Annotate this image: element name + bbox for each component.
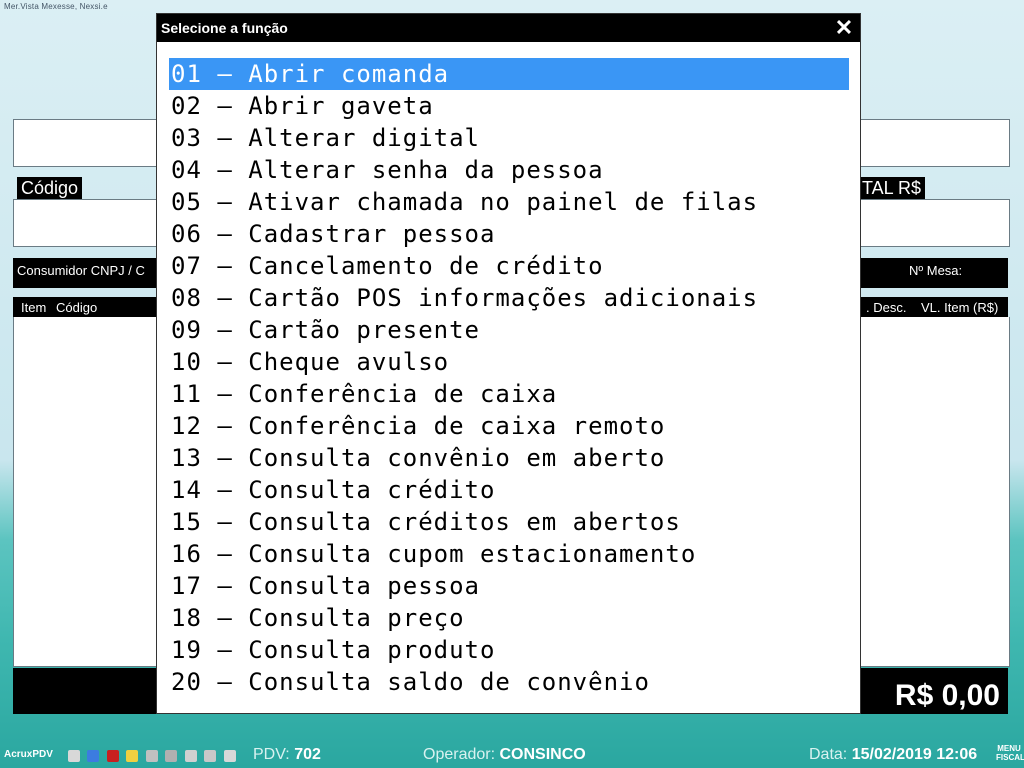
menu-fiscal-button[interactable]: MENU FISCAL bbox=[996, 744, 1024, 762]
tray-icons bbox=[68, 749, 239, 767]
function-item[interactable]: 19 – Consulta produto bbox=[169, 634, 849, 666]
keyboard-icon bbox=[223, 750, 236, 762]
function-item[interactable]: 09 – Cartão presente bbox=[169, 314, 849, 346]
data-label: Data: bbox=[809, 746, 848, 763]
function-item[interactable]: 06 – Cadastrar pessoa bbox=[169, 218, 849, 250]
col-desc: . Desc. bbox=[866, 300, 907, 315]
function-item[interactable]: 18 – Consulta preço bbox=[169, 602, 849, 634]
data-field: Data: 15/02/2019 12:06 bbox=[809, 746, 977, 764]
function-item[interactable]: 12 – Conferência de caixa remoto bbox=[169, 410, 849, 442]
function-item[interactable]: 13 – Consulta convênio em aberto bbox=[169, 442, 849, 474]
function-item[interactable]: 05 – Ativar chamada no painel de filas bbox=[169, 186, 849, 218]
function-item[interactable]: 03 – Alterar digital bbox=[169, 122, 849, 154]
dialog-title-bar: Selecione a função ✕ bbox=[157, 14, 860, 42]
function-item[interactable]: 02 – Abrir gaveta bbox=[169, 90, 849, 122]
dialog-title: Selecione a função bbox=[161, 20, 288, 36]
top-caption: Mer.Vista Mexesse, Nexsi.e bbox=[4, 2, 108, 11]
function-item[interactable]: 16 – Consulta cupom estacionamento bbox=[169, 538, 849, 570]
function-item[interactable]: 04 – Alterar senha da pessoa bbox=[169, 154, 849, 186]
col-codigo: Código bbox=[56, 300, 98, 315]
total-value: R$ 0,00 bbox=[862, 668, 1008, 714]
scanner-icon bbox=[165, 750, 178, 762]
pdv-label: PDV: bbox=[253, 746, 290, 763]
operador-label: Operador: bbox=[423, 746, 496, 763]
status-bar: AcruxPDV PDV: 702 Operador: CONSINCO Dat… bbox=[0, 744, 1024, 768]
printer-icon bbox=[87, 750, 100, 762]
function-item[interactable]: 15 – Consulta créditos em abertos bbox=[169, 506, 849, 538]
consumidor-label: Consumidor CNPJ / C bbox=[17, 263, 145, 278]
mesa-label: Nº Mesa: bbox=[909, 263, 963, 278]
phone-icon bbox=[204, 750, 217, 762]
col-vl-item: VL. Item (R$) bbox=[921, 300, 999, 315]
app-name: AcruxPDV bbox=[4, 749, 53, 760]
pdv-value: 702 bbox=[294, 746, 321, 763]
pinpad-icon bbox=[145, 750, 158, 762]
function-item[interactable]: 11 – Conferência de caixa bbox=[169, 378, 849, 410]
function-item[interactable]: 10 – Cheque avulso bbox=[169, 346, 849, 378]
col-item: Item bbox=[21, 300, 47, 315]
function-select-dialog: Selecione a função ✕ 01 – Abrir comanda 0… bbox=[156, 13, 861, 714]
data-value: 15/02/2019 12:06 bbox=[851, 746, 978, 763]
lock-icon bbox=[184, 750, 197, 762]
network-icon bbox=[68, 750, 80, 762]
function-item[interactable]: 20 – Consulta saldo de convênio bbox=[169, 666, 849, 698]
total-label: TAL R$ bbox=[860, 177, 926, 199]
function-item[interactable]: 17 – Consulta pessoa bbox=[169, 570, 849, 602]
operador-value: CONSINCO bbox=[499, 746, 586, 763]
function-item[interactable]: 01 – Abrir comanda bbox=[169, 58, 849, 90]
codigo-label: Código bbox=[17, 177, 83, 199]
close-icon[interactable]: ✕ bbox=[834, 17, 854, 39]
monitor-icon bbox=[106, 750, 119, 762]
function-item[interactable]: 14 – Consulta crédito bbox=[169, 474, 849, 506]
scale-icon bbox=[126, 750, 139, 762]
pdv-field: PDV: 702 bbox=[253, 746, 321, 764]
function-item[interactable]: 08 – Cartão POS informações adicionais bbox=[169, 282, 849, 314]
function-list: 01 – Abrir comanda 02 – Abrir gaveta 03 – … bbox=[169, 58, 849, 698]
operador-field: Operador: CONSINCO bbox=[423, 746, 586, 764]
function-item[interactable]: 07 – Cancelamento de crédito bbox=[169, 250, 849, 282]
